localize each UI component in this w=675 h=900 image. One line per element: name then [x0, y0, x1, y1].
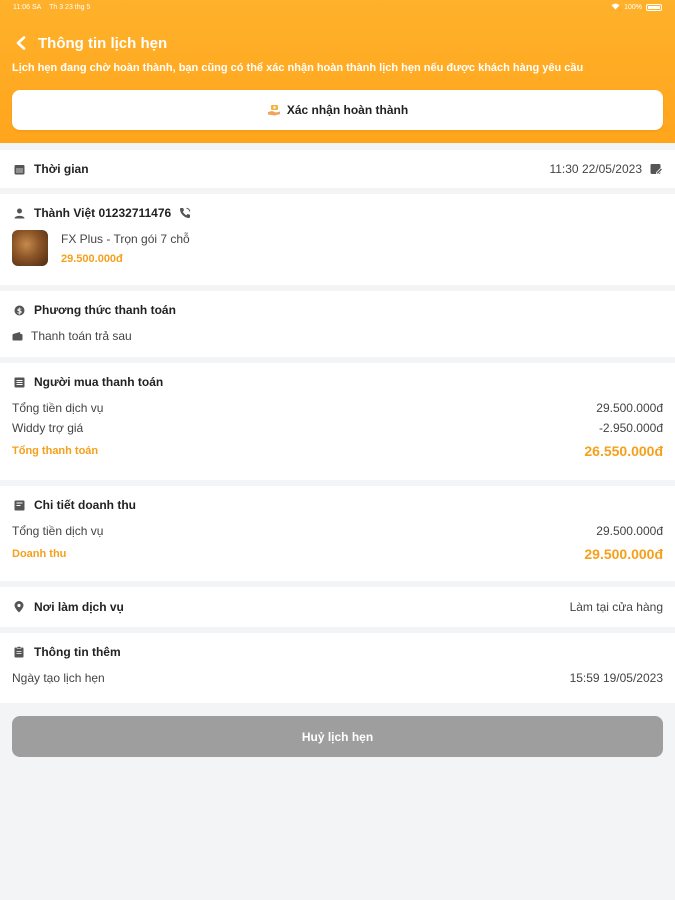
status-date: Th 3 23 thg 5	[49, 3, 91, 11]
service-product[interactable]: FX Plus - Trọn gói 7 chỗ 29.500.000đ	[12, 230, 663, 266]
buyer-row-total: Tổng thanh toán 26.550.000đ	[12, 443, 663, 459]
revenue-row-service-total: Tổng tiền dịch vụ 29.500.000đ	[12, 524, 663, 538]
total-label: Tổng thanh toán	[12, 445, 99, 457]
phone-call-icon[interactable]	[179, 207, 191, 219]
place-section: Nơi làm dịch vụ Làm tại cửa hàng	[0, 587, 675, 627]
header: 11:06 SA Th 3 23 thg 5 100% Thông tin lị…	[0, 0, 675, 143]
revenue-row-total: Doanh thu 29.500.000đ	[12, 546, 663, 562]
total-value: 29.500.000đ	[584, 546, 663, 562]
product-price: 29.500.000đ	[61, 252, 123, 265]
buyer-row-service-total: Tổng tiền dịch vụ 29.500.000đ	[12, 401, 663, 415]
created-date-row: Ngày tạo lịch hẹn 15:59 19/05/2023	[12, 671, 663, 685]
time-section: Thời gian 11:30 22/05/2023	[0, 150, 675, 188]
buyer-row-subsidy: Widdy trợ giá -2.950.000đ	[12, 421, 663, 435]
hand-money-icon	[267, 103, 281, 117]
row-label: Tổng tiền dịch vụ	[12, 524, 104, 538]
clipboard-icon	[12, 646, 26, 658]
wifi-icon	[611, 3, 620, 12]
customer-name-phone: Thành Việt 01232711476	[34, 206, 172, 220]
created-value: 15:59 19/05/2023	[569, 671, 663, 685]
place-label: Nơi làm dịch vụ	[34, 600, 124, 614]
extra-info-label: Thông tin thêm	[34, 645, 121, 659]
revenue-section: Chi tiết doanh thu Tổng tiền dịch vụ 29.…	[0, 486, 675, 581]
page-title: Thông tin lịch hẹn	[38, 34, 168, 52]
calendar-icon	[12, 164, 26, 175]
place-value: Làm tại cửa hàng	[569, 600, 663, 614]
receipt-list-icon	[12, 377, 26, 388]
confirm-complete-label: Xác nhận hoàn thành	[286, 103, 409, 117]
extra-info-section: Thông tin thêm Ngày tạo lịch hẹn 15:59 1…	[0, 633, 675, 703]
payment-method-section: $ Phương thức thanh toán Thanh toán trả …	[0, 291, 675, 357]
cancel-appointment-button[interactable]: Huỷ lịch hẹn	[12, 716, 663, 757]
battery-percent: 100%	[624, 3, 642, 11]
dollar-coin-icon: $	[12, 305, 26, 316]
back-arrow-icon[interactable]	[12, 34, 30, 52]
payment-method-label: Phương thức thanh toán	[34, 303, 176, 317]
status-time: 11:06 SA	[13, 3, 42, 11]
svg-text:$: $	[16, 306, 21, 315]
total-label: Doanh thu	[12, 548, 67, 560]
product-name: FX Plus - Trọn gói 7 chỗ	[61, 231, 190, 246]
product-thumbnail	[12, 230, 48, 266]
time-label: Thời gian	[34, 162, 89, 176]
document-icon	[12, 500, 26, 511]
appointment-time: 11:30 22/05/2023	[549, 162, 642, 176]
row-value: 29.500.000đ	[596, 401, 663, 415]
row-label: Widdy trợ giá	[12, 421, 84, 435]
created-label: Ngày tạo lịch hẹn	[12, 671, 105, 685]
edit-calendar-icon[interactable]	[650, 163, 663, 176]
total-value: 26.550.000đ	[584, 443, 663, 459]
customer-section: Thành Việt 01232711476 FX Plus - Trọn gó…	[0, 194, 675, 285]
location-pin-icon	[12, 601, 26, 613]
payment-method-value: Thanh toán trả sau	[31, 329, 132, 343]
wallet-icon	[12, 331, 23, 341]
revenue-label: Chi tiết doanh thu	[34, 498, 136, 512]
status-notice: Lịch hẹn đang chờ hoàn thành, bạn cũng c…	[12, 62, 584, 74]
battery-icon	[646, 3, 662, 11]
buyer-payment-label: Người mua thanh toán	[34, 375, 164, 389]
row-value: -2.950.000đ	[598, 421, 663, 435]
row-label: Tổng tiền dịch vụ	[12, 401, 104, 415]
buyer-payment-section: Người mua thanh toán Tổng tiền dịch vụ 2…	[0, 363, 675, 480]
row-value: 29.500.000đ	[596, 524, 663, 538]
person-icon	[12, 208, 26, 219]
cancel-appointment-label: Huỷ lịch hẹn	[301, 729, 374, 744]
confirm-complete-button[interactable]: Xác nhận hoàn thành	[12, 90, 663, 130]
status-bar: 11:06 SA Th 3 23 thg 5 100%	[12, 0, 663, 14]
